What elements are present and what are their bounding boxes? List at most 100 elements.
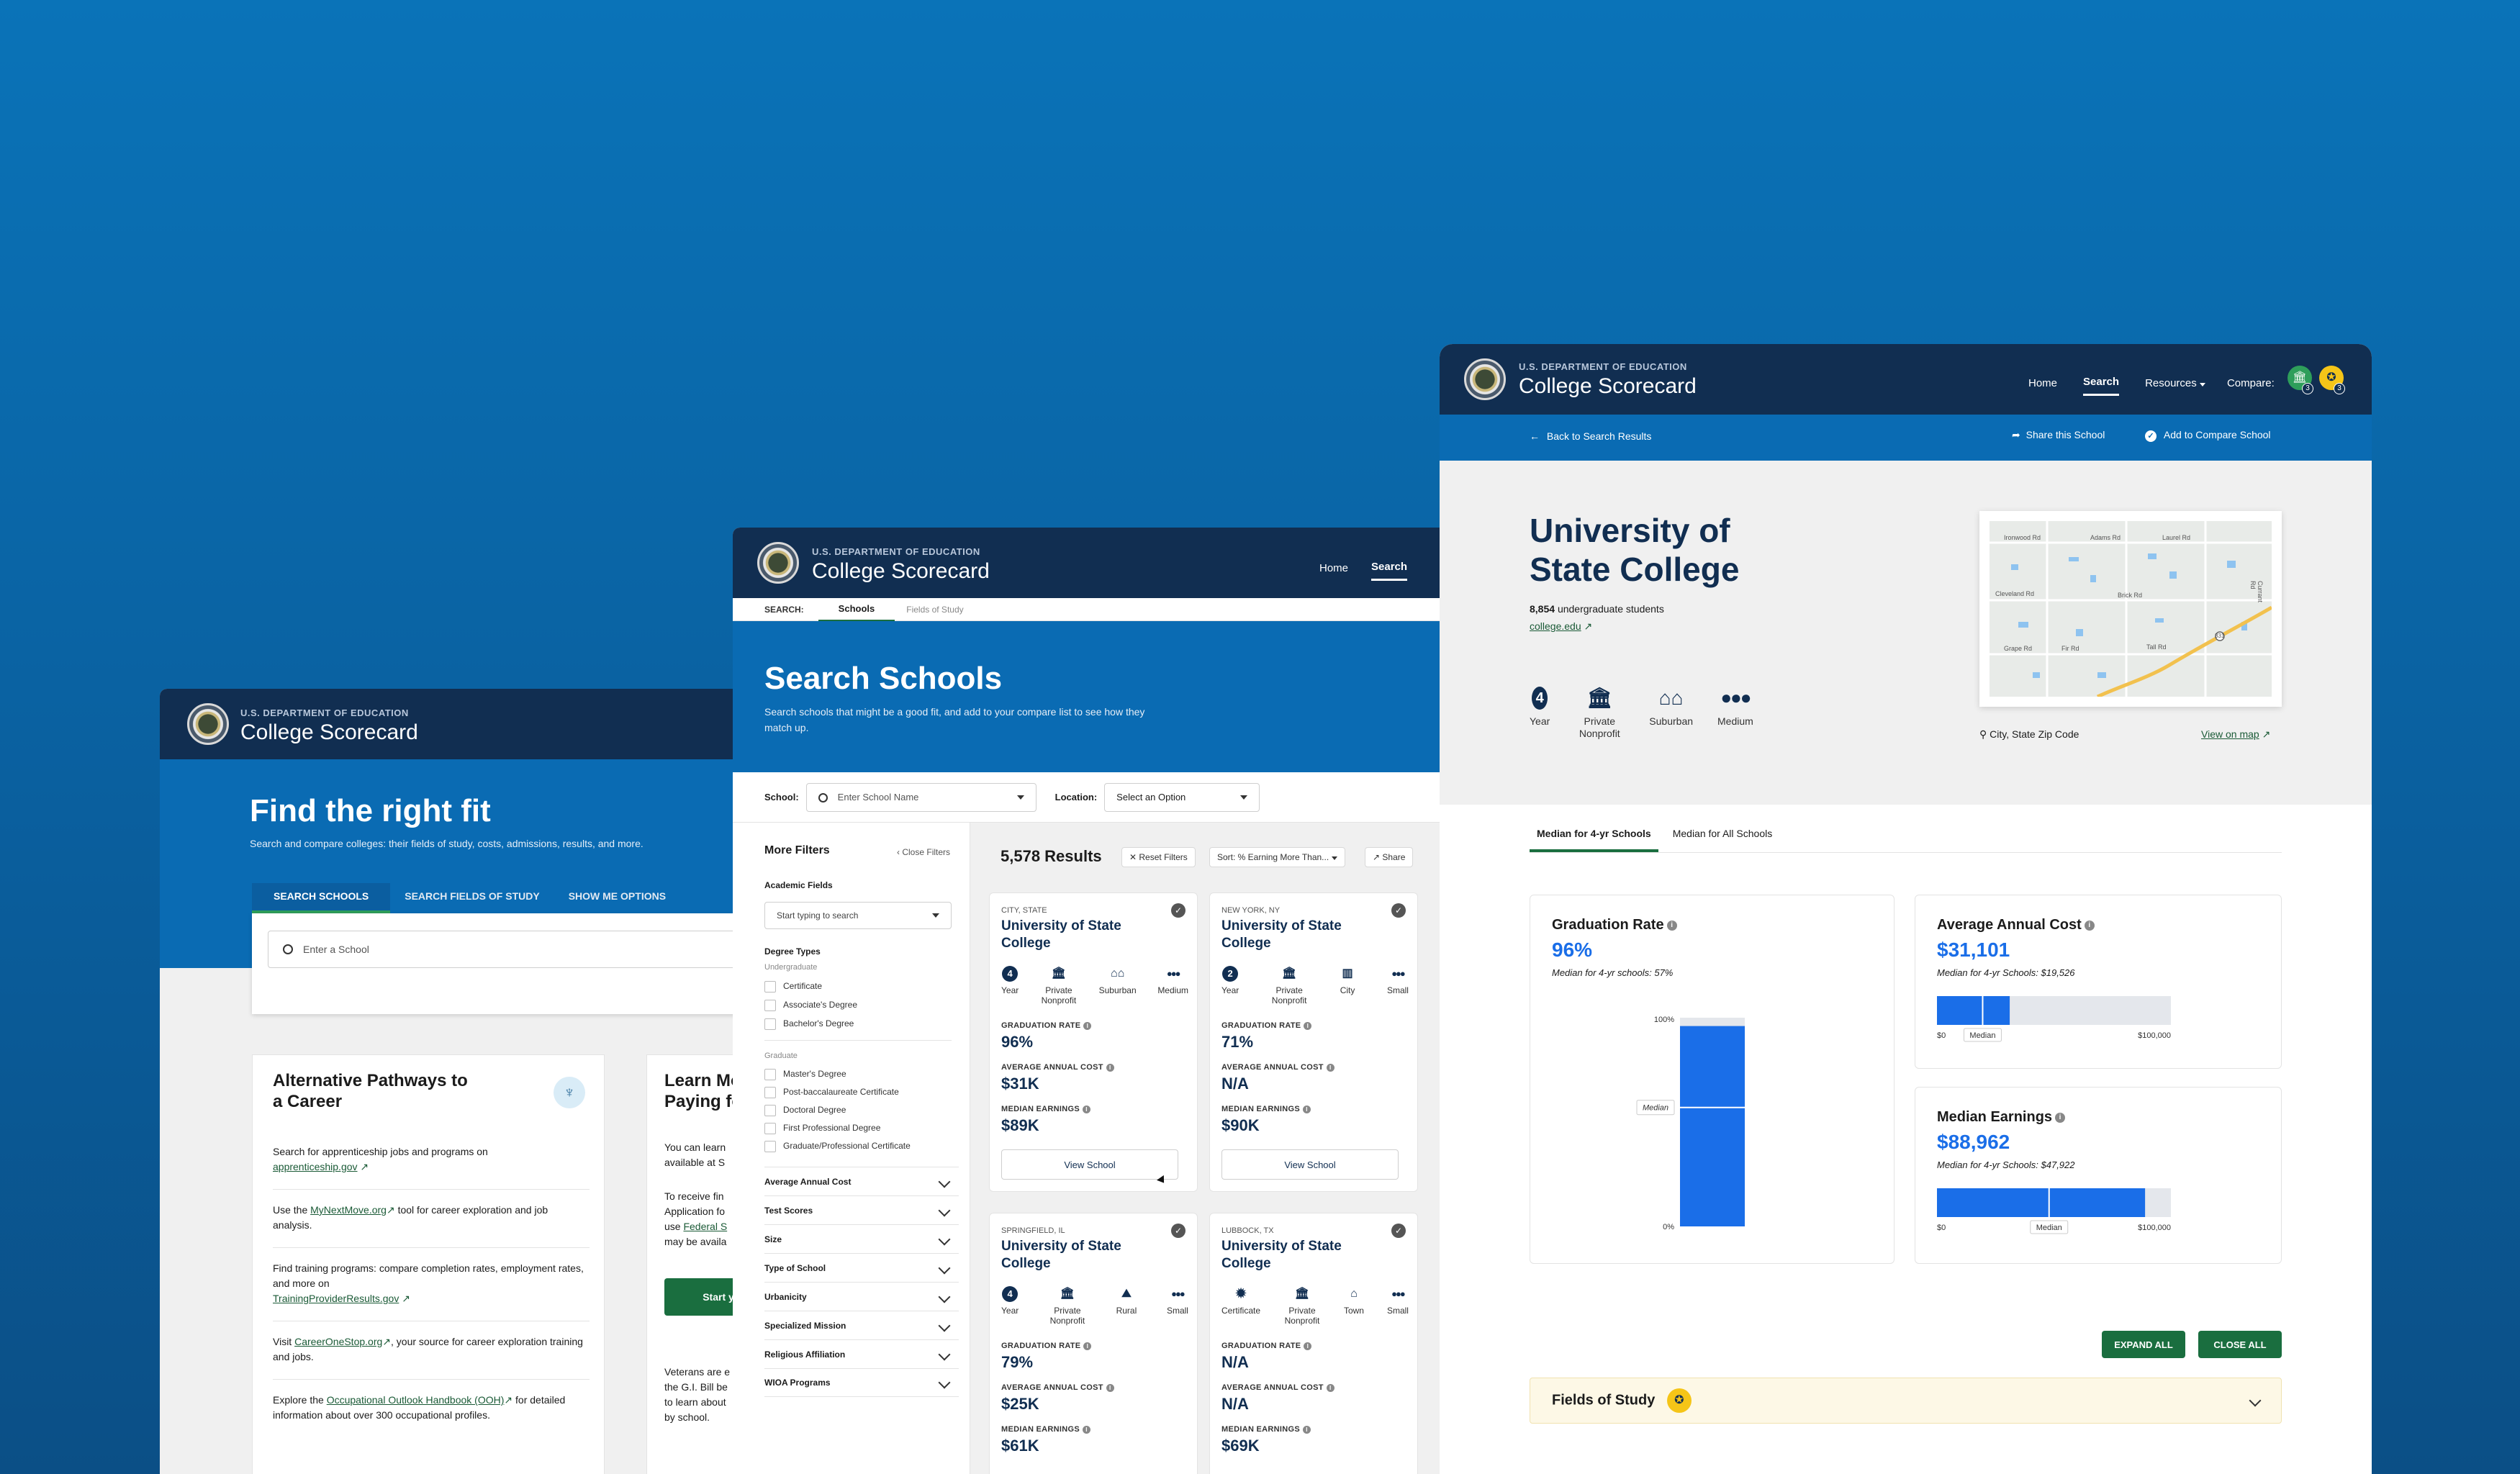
share-school-link[interactable]: ➦ Share this School — [2012, 429, 2105, 441]
card-school-name[interactable]: University of State College — [1221, 918, 1365, 952]
info-icon[interactable]: i — [1303, 1425, 1311, 1434]
trainingprovider-link[interactable]: TrainingProviderResults.gov — [273, 1293, 399, 1304]
degree-option[interactable]: Master's Degree — [764, 1065, 911, 1083]
nav-home[interactable]: Home — [1319, 562, 1348, 574]
pathways-icon: ♆ — [554, 1077, 585, 1108]
brand-name[interactable]: College Scorecard — [812, 559, 990, 584]
compare-check-icon[interactable]: ✓ — [1171, 903, 1186, 918]
nav-home[interactable]: Home — [2028, 377, 2057, 389]
home-subtitle: Search and compare colleges: their field… — [250, 838, 643, 849]
subnav-tab-schools[interactable]: Schools — [818, 597, 895, 622]
dept-label: U.S. DEPARTMENT OF EDUCATION — [812, 546, 980, 557]
filter-accordions: Average Annual Cost Test Scores Size Typ… — [764, 1167, 959, 1397]
view-school-button[interactable]: View School — [1001, 1149, 1178, 1180]
accordion-item[interactable]: Specialized Mission — [764, 1311, 959, 1339]
nav-search[interactable]: Search — [2083, 376, 2120, 396]
card-icons: 4 Year 🏛 Private Nonprofit ⛰ Rural ●●● Small — [1001, 1286, 1188, 1326]
expand-all-button[interactable]: EXPAND ALL — [2102, 1331, 2185, 1358]
tab-search-fields[interactable]: SEARCH FIELDS OF STUDY — [390, 883, 554, 913]
info-icon[interactable]: i — [1083, 1021, 1092, 1030]
accordion-item[interactable]: Test Scores — [764, 1195, 959, 1224]
info-icon[interactable]: i — [1304, 1342, 1312, 1350]
checkbox[interactable] — [764, 1140, 776, 1152]
careeronestop-link[interactable]: CareerOneStop.org — [294, 1336, 382, 1347]
chevron-down-icon — [2249, 1394, 2262, 1407]
info-icon[interactable]: i — [1106, 1063, 1114, 1072]
school-result-card[interactable]: LUBBOCK, TX ✓ University of State Colleg… — [1209, 1213, 1418, 1474]
info-icon[interactable]: i — [1326, 1383, 1334, 1392]
home-search-input[interactable]: Enter a School — [268, 931, 736, 968]
sort-select[interactable]: Sort: % Earning More Than... — [1209, 847, 1345, 867]
accordion-item[interactable]: Religious Affiliation — [764, 1339, 959, 1368]
info-icon[interactable]: i — [1303, 1105, 1311, 1113]
accordion-item[interactable]: Average Annual Cost — [764, 1167, 959, 1195]
degree-option[interactable]: Bachelor's Degree — [764, 1014, 857, 1033]
school-input[interactable]: Enter School Name — [805, 782, 1037, 812]
apprenticeship-link[interactable]: apprenticeship.gov — [273, 1161, 358, 1172]
degree-option[interactable]: Graduate/Professional Certificate — [764, 1137, 911, 1155]
brand-name[interactable]: College Scorecard — [240, 720, 418, 745]
school-name: University of State College — [1530, 512, 1740, 589]
tab-median-4yr[interactable]: Median for 4-yr Schools — [1530, 819, 1658, 852]
compare-check-icon[interactable]: ✓ — [1391, 1224, 1406, 1238]
checkbox[interactable] — [764, 1122, 776, 1134]
add-compare-link[interactable]: ✓ Add to Compare School — [2145, 429, 2271, 442]
accordion-item[interactable]: Urbanicity — [764, 1282, 959, 1311]
back-link[interactable]: ← Back to Search Results — [1530, 430, 1651, 442]
brand-name[interactable]: College Scorecard — [1519, 374, 1697, 399]
info-icon[interactable]: i — [1326, 1063, 1334, 1072]
checkbox[interactable] — [764, 1018, 776, 1030]
grad-rate-value: 79% — [1001, 1353, 1034, 1371]
accordion-item[interactable]: WIOA Programs — [764, 1368, 959, 1397]
start-button[interactable]: Start y — [664, 1278, 736, 1316]
compare-school-count: 3 — [2302, 383, 2313, 394]
academic-fields-input[interactable]: Start typing to search — [764, 902, 952, 929]
accordion-item[interactable]: Size — [764, 1224, 959, 1253]
share-button[interactable]: ↗ Share — [1365, 847, 1414, 867]
subnav-tab-fields[interactable]: Fields of Study — [895, 599, 975, 620]
fields-of-study-accordion[interactable]: Fields of Study ✪ — [1530, 1378, 2282, 1424]
degree-option[interactable]: Associate's Degree — [764, 995, 857, 1014]
school-result-card[interactable]: SPRINGFIELD, IL ✓ University of State Co… — [989, 1213, 1198, 1474]
info-icon[interactable]: i — [1304, 1021, 1312, 1030]
median-earnings-label: MEDIAN EARNINGS i — [1001, 1425, 1114, 1434]
close-all-button[interactable]: CLOSE ALL — [2198, 1331, 2282, 1358]
info-icon[interactable]: i — [1083, 1342, 1092, 1350]
school-result-card[interactable]: CITY, STATE ✓ University of State Colleg… — [989, 892, 1198, 1192]
card-school-name[interactable]: University of State College — [1001, 1238, 1145, 1272]
size-item: ●●● Medium — [1157, 967, 1188, 1006]
degree-option[interactable]: Doctoral Degree — [764, 1101, 911, 1119]
card-school-name[interactable]: University of State College — [1001, 918, 1145, 952]
detail-window: U.S. DEPARTMENT OF EDUCATION College Sco… — [1440, 344, 2372, 1474]
checkbox[interactable] — [764, 1068, 776, 1080]
checkbox[interactable] — [764, 980, 776, 993]
ooh-link[interactable]: Occupational Outlook Handbook (OOH) — [327, 1394, 505, 1406]
school-url[interactable]: college.edu ↗ — [1530, 620, 1592, 633]
school-result-card[interactable]: NEW YORK, NY ✓ University of State Colle… — [1209, 892, 1418, 1192]
checkbox[interactable] — [764, 1086, 776, 1098]
compare-check-icon[interactable]: ✓ — [1171, 1224, 1186, 1238]
info-icon[interactable]: i — [1106, 1383, 1114, 1392]
view-school-button[interactable]: View School — [1221, 1149, 1399, 1180]
accordion-item[interactable]: Type of School — [764, 1253, 959, 1282]
card-school-name[interactable]: University of State College — [1221, 1238, 1365, 1272]
reset-filters-button[interactable]: ✕ Reset Filters — [1121, 847, 1196, 867]
degree-option[interactable]: Post-baccalaureate Certificate — [764, 1083, 911, 1101]
checkbox[interactable] — [764, 1104, 776, 1116]
info-icon[interactable]: i — [1083, 1105, 1091, 1113]
mynextmove-link[interactable]: MyNextMove.org — [310, 1204, 387, 1216]
checkbox[interactable] — [764, 999, 776, 1011]
degree-option[interactable]: Certificate — [764, 977, 857, 995]
close-filters-button[interactable]: ‹ Close Filters — [897, 847, 950, 857]
location-select[interactable]: Select an Option — [1104, 782, 1260, 812]
tab-search-schools[interactable]: SEARCH SCHOOLS — [252, 883, 391, 913]
info-icon[interactable]: i — [1083, 1425, 1091, 1434]
federal-link[interactable]: Federal S — [683, 1221, 727, 1232]
tab-show-options[interactable]: SHOW ME OPTIONS — [554, 883, 680, 913]
degree-option[interactable]: First Professional Degree — [764, 1119, 911, 1137]
nav-resources[interactable]: Resources — [2145, 377, 2205, 389]
tab-median-all[interactable]: Median for All Schools — [1658, 819, 1787, 852]
compare-check-icon[interactable]: ✓ — [1391, 903, 1406, 918]
view-on-map-link[interactable]: View on map ↗ — [2201, 728, 2270, 741]
nav-search[interactable]: Search — [1371, 561, 1408, 581]
